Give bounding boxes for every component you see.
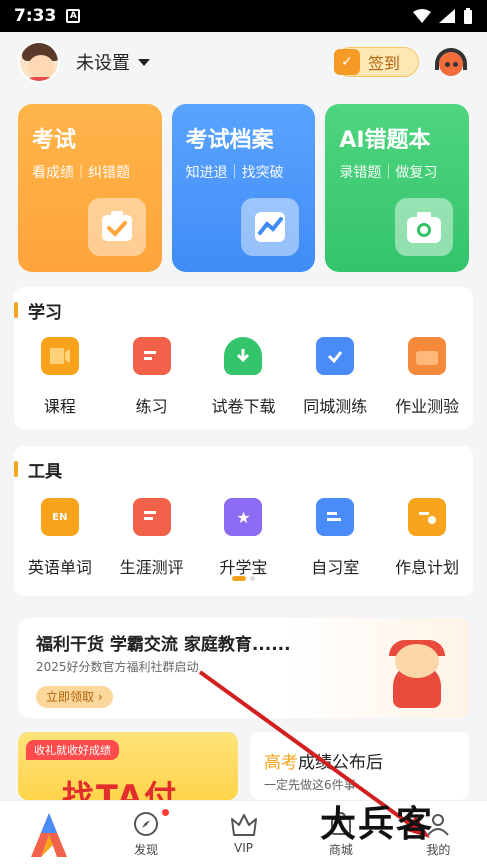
item-label: 自习室 bbox=[311, 558, 360, 577]
ai-mistake-book-card[interactable]: AI错题本 录错题｜做复习 bbox=[325, 104, 470, 272]
status-icons bbox=[413, 8, 473, 24]
item-label: 英语单词 bbox=[27, 558, 92, 577]
practice-icon bbox=[132, 337, 171, 375]
item-label: 作息计划 bbox=[395, 558, 460, 577]
chevron-down-icon[interactable] bbox=[138, 58, 150, 66]
compass-icon bbox=[134, 812, 159, 836]
section-title: 工具 bbox=[14, 460, 62, 482]
star-book-icon: ★ bbox=[224, 498, 263, 536]
card-title: AI错题本 bbox=[339, 128, 431, 153]
calendar-check-icon: ✓ bbox=[334, 49, 360, 75]
section-title: 学习 bbox=[14, 301, 62, 323]
study-item-homework[interactable]: 作业测验 bbox=[384, 337, 470, 417]
card-title: 考试 bbox=[32, 128, 77, 153]
tool-item-english-words[interactable]: EN 英语单词 bbox=[17, 498, 103, 578]
tool-item-schedule[interactable]: 作息计划 bbox=[384, 498, 470, 578]
study-item-practice[interactable]: 练习 bbox=[109, 337, 195, 417]
download-icon bbox=[224, 337, 263, 375]
study-section: 学习 课程 练习 试卷下载 同城测练 作业测验 bbox=[14, 287, 473, 429]
community-banner[interactable]: 福利干货 学霸交流 家庭教育...... 2025好分数官方福利社群启动 立即领… bbox=[18, 618, 469, 718]
app-logo-icon bbox=[30, 813, 67, 857]
banner-headline: 福利干货 学霸交流 家庭教育...... bbox=[36, 635, 291, 655]
avatar[interactable] bbox=[18, 41, 60, 83]
crown-icon bbox=[230, 814, 257, 836]
tools-section: 工具 EN 英语单词 生涯测评 ★ 升学宝 自习室 作息计划 bbox=[14, 446, 473, 596]
item-label: 练习 bbox=[135, 397, 168, 416]
tool-item-star-book[interactable]: ★ 升学宝 bbox=[200, 498, 286, 578]
exam-archive-card[interactable]: 考试档案 知进退｜找突破 bbox=[171, 104, 316, 272]
item-label: 同城测练 bbox=[303, 397, 368, 416]
feature-cards: 考试 看成绩｜纠错题 考试档案 知进退｜找突破 AI错题本 录错题｜做复习 bbox=[18, 104, 470, 272]
promo-subline: 一定先做这6件事 bbox=[264, 778, 356, 792]
header: 未设置 ✓ 签到 bbox=[0, 32, 487, 92]
promo-card-left[interactable]: 收礼就收好成绩 找TA付 bbox=[18, 732, 238, 800]
card-subtitle: 看成绩｜纠错题 bbox=[32, 165, 130, 181]
study-item-city-test[interactable]: 同城测练 bbox=[292, 337, 378, 417]
battery-icon bbox=[464, 8, 472, 24]
check-icon bbox=[87, 198, 146, 256]
notification-badge bbox=[161, 809, 169, 816]
status-time: 7:33 bbox=[14, 6, 57, 26]
city-test-icon bbox=[316, 337, 355, 375]
item-label: 升学宝 bbox=[219, 558, 268, 577]
tool-item-career-test[interactable]: 生涯测评 bbox=[109, 498, 195, 578]
homework-icon bbox=[408, 337, 447, 375]
card-subtitle: 录错题｜做复习 bbox=[339, 165, 438, 181]
item-label: 课程 bbox=[43, 397, 76, 416]
item-label: 作业测验 bbox=[395, 397, 460, 416]
study-room-icon bbox=[316, 498, 355, 536]
promo-card-right[interactable]: 高考成绩公布后 一定先做这6件事 bbox=[250, 732, 469, 800]
notification-icon: A bbox=[66, 9, 81, 23]
tab-home[interactable] bbox=[0, 801, 97, 867]
page-indicator bbox=[14, 576, 473, 581]
banner-subline: 2025好分数官方福利社群启动 bbox=[36, 660, 199, 674]
study-grid: 课程 练习 试卷下载 同城测练 作业测验 bbox=[14, 337, 473, 417]
promo-big-text: 找TA付 bbox=[62, 778, 179, 800]
status-bar: 7:33 A bbox=[0, 0, 487, 32]
tools-grid: EN 英语单词 生涯测评 ★ 升学宝 自习室 作息计划 bbox=[14, 498, 473, 578]
watermark-text: 大兵客 bbox=[320, 804, 435, 845]
tab-discover[interactable]: 发现 bbox=[97, 801, 194, 867]
card-title: 考试档案 bbox=[185, 128, 274, 153]
study-item-course[interactable]: 课程 bbox=[17, 337, 103, 417]
study-item-download[interactable]: 试卷下载 bbox=[200, 337, 286, 417]
tab-label: 发现 bbox=[134, 843, 159, 857]
item-label: 生涯测评 bbox=[119, 558, 184, 577]
promo-tag: 收礼就收好成绩 bbox=[26, 740, 119, 760]
exam-card[interactable]: 考试 看成绩｜纠错题 bbox=[18, 104, 162, 272]
career-test-icon bbox=[132, 498, 171, 536]
schedule-icon bbox=[408, 498, 447, 536]
course-icon bbox=[40, 337, 79, 375]
promo-headline: 高考成绩公布后 bbox=[264, 753, 383, 773]
signin-label: 签到 bbox=[368, 54, 401, 73]
mascot-illustration bbox=[383, 640, 451, 710]
claim-now-button[interactable]: 立即领取 › bbox=[36, 686, 113, 708]
username[interactable]: 未设置 bbox=[76, 49, 130, 75]
camera-icon bbox=[395, 198, 454, 256]
card-subtitle: 知进退｜找突破 bbox=[185, 165, 284, 181]
signin-button[interactable]: ✓ 签到 bbox=[334, 47, 419, 77]
trend-chart-icon bbox=[241, 198, 300, 256]
tab-vip[interactable]: VIP bbox=[195, 801, 292, 867]
signal-icon bbox=[439, 9, 455, 23]
item-label: 试卷下载 bbox=[211, 397, 276, 416]
customer-service-icon[interactable] bbox=[433, 44, 469, 80]
tool-item-study-room[interactable]: 自习室 bbox=[292, 498, 378, 578]
wifi-icon bbox=[413, 9, 431, 23]
tab-label: VIP bbox=[234, 841, 253, 855]
english-words-icon: EN bbox=[40, 498, 79, 536]
